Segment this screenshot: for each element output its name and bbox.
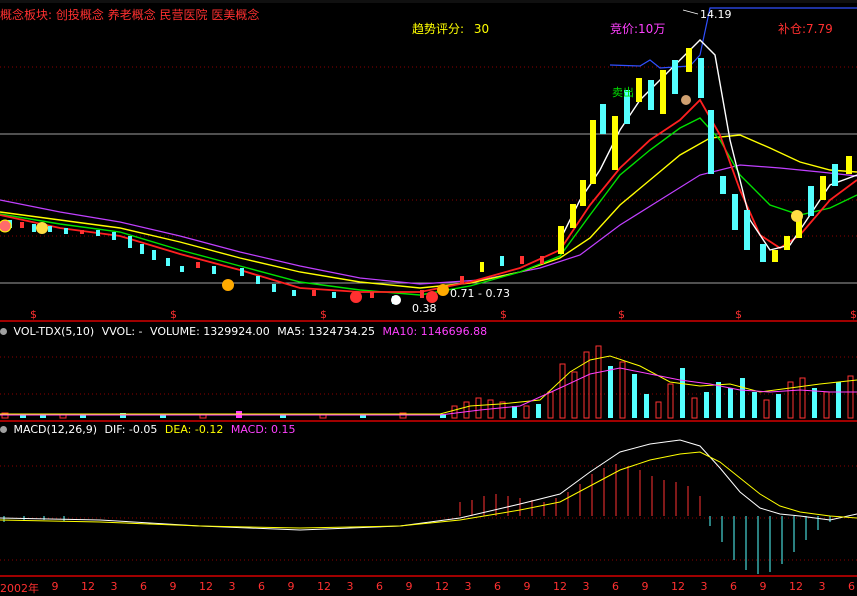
sell-label: 卖出 [612,85,634,99]
main-grid [0,66,857,237]
s-marker: $ [735,308,742,321]
blue-line [609,7,857,69]
ma-magenta [0,164,857,285]
x-axis-tick-label: 6 [494,580,501,593]
x-axis-tick-label: 3 [818,580,826,593]
s-marker: $ [618,308,625,321]
macd-grid [0,465,857,561]
x-axis-tick-label: 12 [435,580,449,593]
x-axis-tick-label: 9 [641,580,649,593]
candles-rally [558,48,852,262]
macd-dea-line [0,451,857,529]
x-axis-tick-label: 9 [51,580,59,593]
volume-chart[interactable] [0,322,857,422]
high-label: 14.19 [700,8,732,21]
x-axis-tick-label: 2002年 [0,582,39,595]
x-axis-tick-label: 6 [258,580,265,593]
x-axis-tick-label: 3 [700,580,708,593]
macd-chart[interactable] [0,422,857,578]
s-marker: $ [30,308,37,321]
x-axis-tick-label: 3 [110,580,118,593]
x-axis-tick-label: 12 [317,580,331,593]
x-axis-tick-label: 3 [464,580,472,593]
x-axis-tick-label: 9 [523,580,531,593]
x-axis-tick-label: 6 [140,580,147,593]
x-axis-tick-label: 3 [582,580,590,593]
s-marker: $ [850,308,857,321]
x-axis-tick-label: 9 [287,580,295,593]
x-axis-tick-label: 12 [671,580,685,593]
x-axis-tick-label: 6 [376,580,383,593]
x-axis-tick-label: 6 [730,580,737,593]
x-axis-tick-label: 12 [553,580,567,593]
x-axis-tick-label: 9 [759,580,767,593]
ma-green [0,117,857,296]
top-strip [0,0,857,3]
x-axis-tick-label: 3 [346,580,354,593]
x-axis-tick-label: 6 [848,580,855,593]
s-marker: $ [320,308,327,321]
x-axis-tick-label: 12 [81,580,95,593]
range-label: 0.71 - 0.73 [450,287,510,300]
x-axis-tick-label: 9 [405,580,413,593]
x-axis-tick-label: 6 [612,580,619,593]
x-axis: 2002年 9 12 3 6 9 12 3 6 9 12 3 6 9 12 3 6 9 12 3 6 9 12 3 6 9 12 3 6 [0,578,857,596]
x-axis-tick-label: 9 [169,580,177,593]
x-axis-tick-label: 12 [789,580,803,593]
high-leader [682,9,699,15]
main-price-chart[interactable]: $ $ $ $ $ $ $ 14.19 0.38 0.71 - 0.73 卖出 [0,0,857,322]
low-label: 0.38 [412,302,437,315]
x-axis-tick-label: 12 [199,580,213,593]
s-marker: $ [500,308,507,321]
macd-histogram-positive [459,464,701,516]
s-marker: $ [170,308,177,321]
x-axis-tick-label: 3 [228,580,236,593]
s-markers: $ $ $ $ $ $ $ [30,308,857,321]
macd-dif-line [0,439,857,531]
